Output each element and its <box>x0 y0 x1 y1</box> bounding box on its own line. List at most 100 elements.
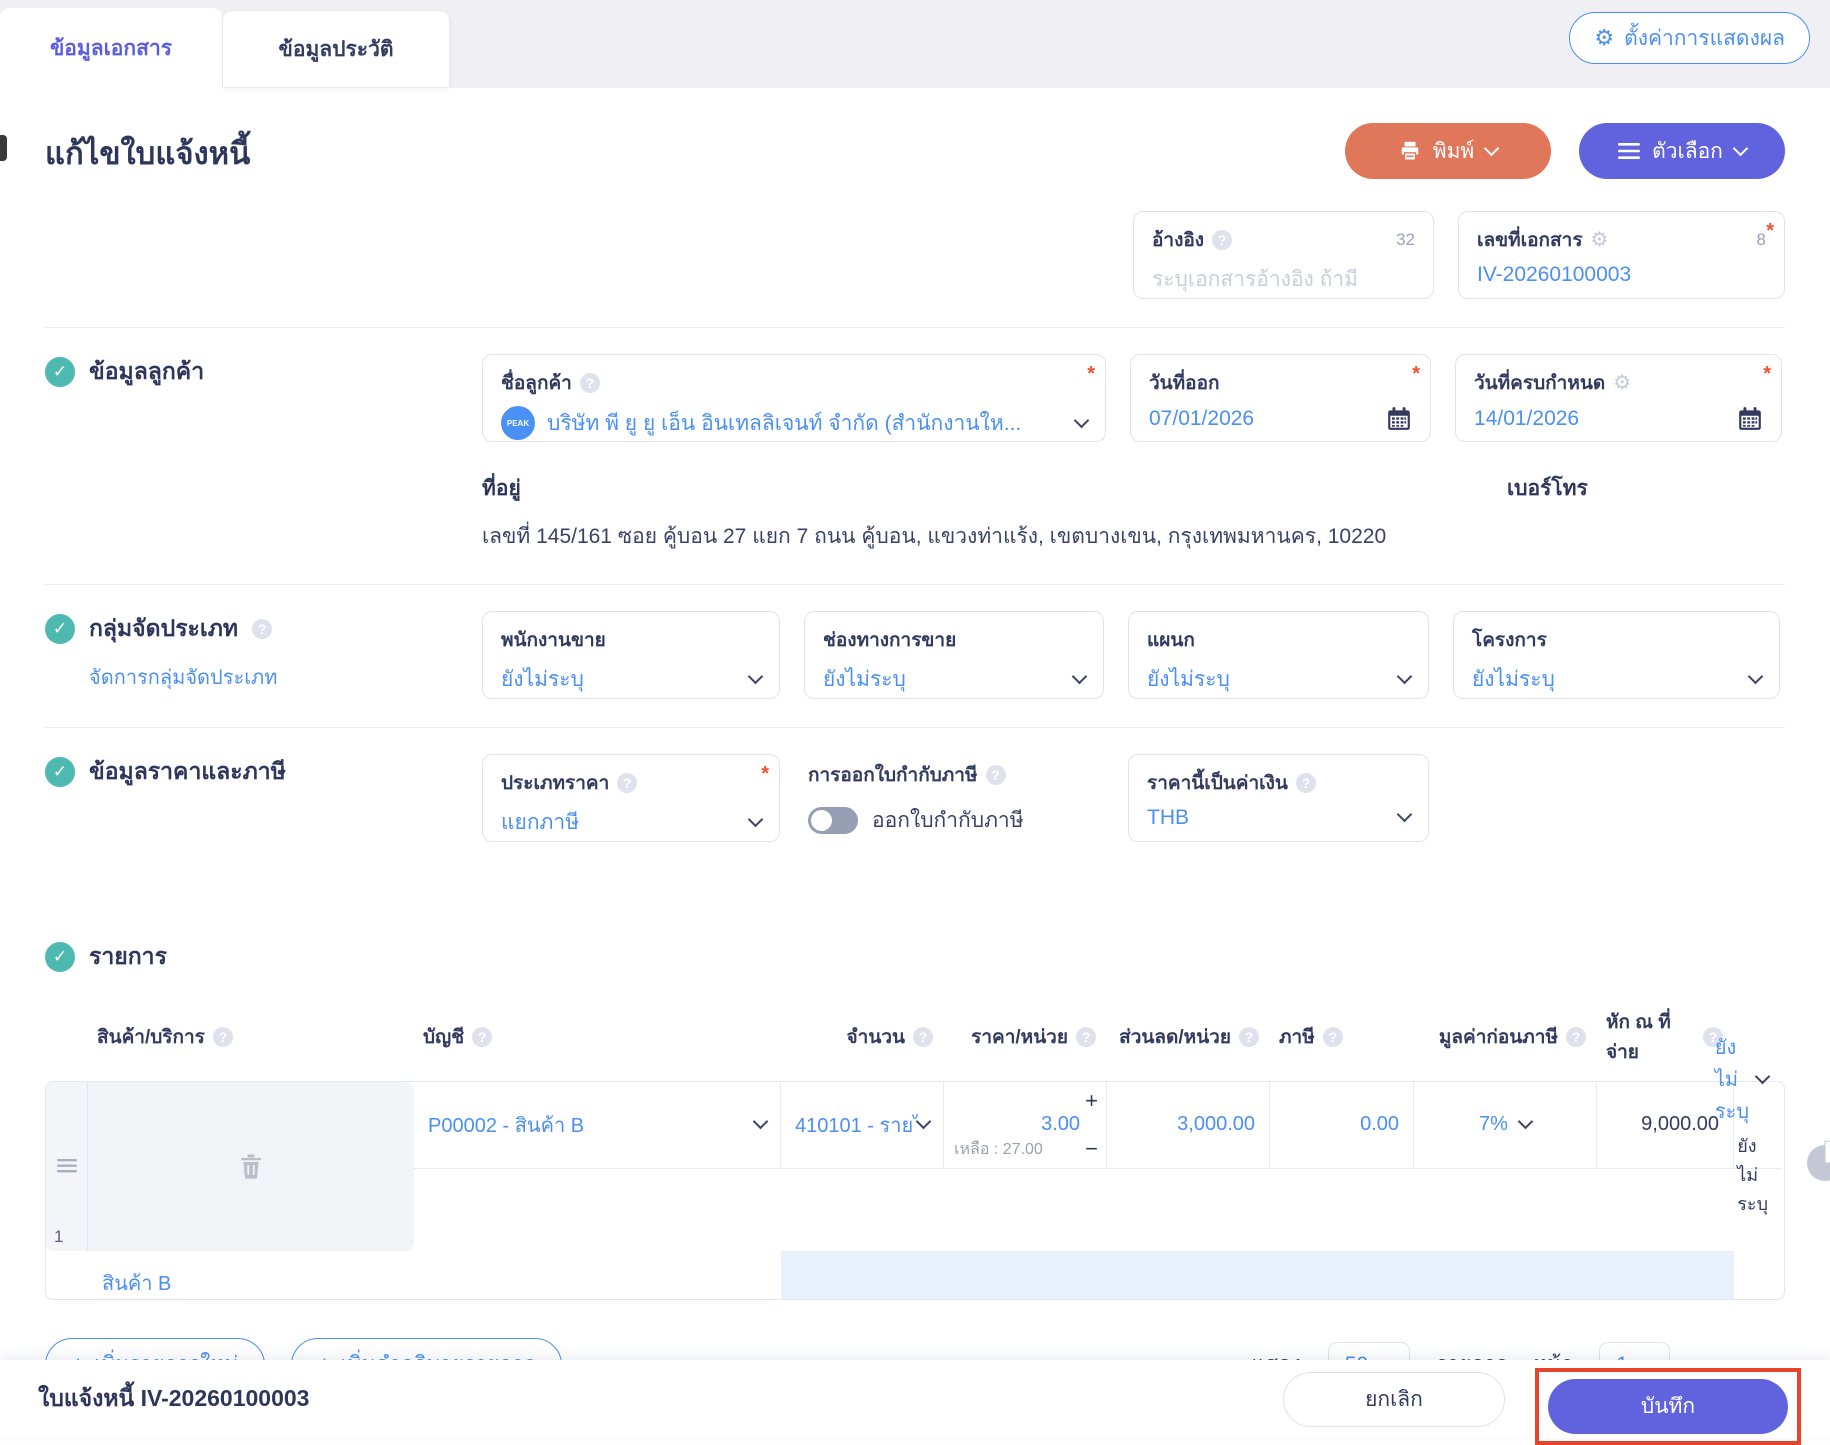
help-icon[interactable]: ? <box>472 1026 493 1047</box>
due-date-field[interactable]: * วันที่ครบกำหนด ⚙ 14/01/2026 <box>1455 354 1782 442</box>
chevron-down-icon <box>752 1113 769 1130</box>
chevron-down-icon[interactable] <box>1071 668 1088 685</box>
price-type-dropdown[interactable]: * ประเภทราคา ? แยกภาษี <box>482 753 780 842</box>
help-icon[interactable]: ? <box>1212 230 1233 250</box>
chevron-down-icon[interactable] <box>747 811 764 828</box>
chevron-down-icon[interactable] <box>1396 668 1413 685</box>
calendar-icon[interactable] <box>1737 406 1763 432</box>
tax-invoice-toggle[interactable] <box>808 806 858 834</box>
customer-section-title: ข้อมูลลูกค้า <box>89 358 205 384</box>
project-value: ยังไม่ระบุ <box>1472 667 1555 691</box>
sales-channel-dropdown[interactable]: ช่องทางการขาย ยังไม่ระบุ <box>804 610 1104 699</box>
help-icon[interactable]: ? <box>252 618 273 639</box>
help-icon[interactable]: ? <box>1322 1026 1343 1047</box>
quantity-input[interactable]: 3.00 <box>958 1113 1080 1136</box>
help-icon[interactable]: ? <box>1566 1026 1586 1047</box>
withholding-dropdown[interactable]: ยังไม่ระบุ <box>1715 1031 1771 1127</box>
discount-input[interactable]: 0.00 <box>1360 1113 1399 1136</box>
item-description-cell[interactable]: สินค้า B <box>88 1251 781 1299</box>
gear-icon: ⚙ <box>1594 25 1615 50</box>
help-icon[interactable]: ? <box>1295 772 1316 793</box>
left-edge-handle <box>0 135 7 161</box>
gear-icon[interactable]: ⚙ <box>1613 373 1631 393</box>
tab-document-info[interactable]: ข้อมูลเอกสาร <box>0 8 222 88</box>
pricing-section: ✓ ข้อมูลราคาและภาษี * ประเภทราคา ? แยกภา… <box>45 753 1785 843</box>
gear-icon[interactable]: ⚙ <box>1591 230 1609 250</box>
pie-chart-icon[interactable] <box>1802 1140 1830 1191</box>
customer-section: ✓ ข้อมูลลูกค้า * ชื่อลูกค้า ? PEAK บริษั… <box>45 354 1785 442</box>
doc-number-label: เลขที่เอกสาร <box>1477 230 1583 251</box>
options-button[interactable]: ตัวเลือก <box>1579 123 1785 179</box>
display-settings-button[interactable]: ⚙ ตั้งค่าการแสดงผล <box>1569 12 1810 64</box>
doc-number-input[interactable]: IV-20260100003 <box>1477 263 1766 287</box>
reference-input[interactable]: ระบุเอกสารอ้างอิง ถ้ามี <box>1152 263 1415 296</box>
doc-number-field[interactable]: * เลขที่เอกสาร ⚙ 8 IV-20260100003 <box>1458 211 1785 299</box>
row-handle-cell[interactable]: 1 <box>46 1081 88 1251</box>
menu-icon <box>1618 143 1641 159</box>
reference-field[interactable]: อ้างอิง ? 32 ระบุเอกสารอ้างอิง ถ้ามี <box>1133 211 1434 299</box>
unit-price-input[interactable]: 3,000.00 <box>1177 1113 1255 1136</box>
col-pre-tax: มูลค่าก่อนภาษี <box>1438 1026 1558 1048</box>
department-dropdown[interactable]: แผนก ยังไม่ระบุ <box>1128 610 1429 699</box>
row-actions-cell <box>88 1081 414 1251</box>
account-cell: 410101 - รายได้จากการขาย... <box>781 1081 944 1169</box>
chevron-down-icon[interactable] <box>1747 668 1764 685</box>
calendar-icon[interactable] <box>1386 406 1412 432</box>
save-button[interactable]: บันทึก <box>1548 1378 1788 1434</box>
address-block: ที่อยู่ เลขที่ 145/161 ซอย คู้บอน 27 แยก… <box>45 472 1785 556</box>
chevron-down-icon[interactable] <box>747 668 764 685</box>
help-icon[interactable]: ? <box>579 373 600 393</box>
classification-section-title: กลุ่มจัดประเภท <box>89 614 239 641</box>
pre-tax-cell: 9,000.00 <box>1597 1081 1734 1169</box>
currency-value: THB <box>1147 805 1189 829</box>
account-dropdown[interactable]: 410101 - รายได้จากการขาย... <box>795 1109 932 1141</box>
tab-history-info[interactable]: ข้อมูลประวัติ <box>222 10 450 88</box>
stepper-minus-icon[interactable]: − <box>1085 1138 1098 1160</box>
chevron-down-icon <box>1754 1068 1771 1085</box>
help-icon[interactable]: ? <box>1076 1026 1096 1047</box>
reference-row: อ้างอิง ? 32 ระบุเอกสารอ้างอิง ถ้ามี * เ… <box>45 211 1785 299</box>
help-icon[interactable]: ? <box>617 772 638 793</box>
col-product: สินค้า/บริการ <box>97 1026 205 1048</box>
invoice-edit-page: ข้อมูลเอกสาร ข้อมูลประวัติ ⚙ ตั้งค่าการแ… <box>0 0 1830 1445</box>
tax-dropdown[interactable]: 7% <box>1479 1113 1508 1136</box>
required-asterisk: * <box>1412 363 1420 385</box>
discount-cell: 0.00 <box>1270 1081 1414 1169</box>
issue-date-field[interactable]: * วันที่ออก 07/01/2026 <box>1130 354 1431 442</box>
cancel-button[interactable]: ยกเลิก <box>1283 1371 1505 1427</box>
toggle-knob <box>811 809 832 831</box>
product-value: P00002 - สินค้า B <box>428 1114 585 1137</box>
trash-icon[interactable] <box>239 1153 263 1179</box>
chevron-down-icon[interactable] <box>1517 1113 1534 1130</box>
check-circle-icon: ✓ <box>45 756 75 787</box>
footer-doc-title: ใบแจ้งหนี้ IV-20260100003 <box>38 1385 310 1411</box>
help-icon[interactable]: ? <box>985 764 1006 785</box>
sales-channel-label: ช่องทางการขาย <box>823 629 957 651</box>
chevron-down-icon[interactable] <box>1396 806 1413 823</box>
salesperson-dropdown[interactable]: พนักงานขาย ยังไม่ระบุ <box>482 610 780 699</box>
issue-date-value: 07/01/2026 <box>1149 407 1255 430</box>
unit-price-cell: 3,000.00 <box>1107 1081 1270 1169</box>
product-dropdown[interactable]: P00002 - สินค้า B <box>428 1109 769 1141</box>
stepper-plus-icon[interactable]: + <box>1085 1089 1098 1111</box>
row-highlight-cell <box>781 1250 1734 1299</box>
check-circle-icon: ✓ <box>45 613 75 644</box>
project-dropdown[interactable]: โครงการ ยังไม่ระบุ <box>1453 610 1780 699</box>
tab-document-info-label: ข้อมูลเอกสาร <box>49 36 173 60</box>
print-button[interactable]: พิมพ์ <box>1345 123 1551 179</box>
customer-name-label: ชื่อลูกค้า <box>501 373 572 394</box>
items-section: ✓ รายการ สินค้า/บริการ? บัญชี? จำนวน? รา… <box>45 939 1785 1392</box>
project-label: โครงการ <box>1472 629 1547 651</box>
tax-cell: 7% <box>1414 1081 1597 1169</box>
withholding-cell: ยังไม่ระบุ ยังไม่ระบุ <box>1715 1037 1782 1214</box>
required-asterisk: * <box>1766 220 1774 242</box>
manage-classification-link[interactable]: จัดการกลุ่มจัดประเภท <box>89 661 482 693</box>
print-label: พิมพ์ <box>1432 139 1475 163</box>
help-icon[interactable]: ? <box>913 1026 933 1047</box>
footer-bar: ใบแจ้งหนี้ IV-20260100003 ยกเลิก บันทึก <box>0 1360 1830 1445</box>
help-icon[interactable]: ? <box>212 1026 233 1047</box>
help-icon[interactable]: ? <box>1239 1026 1259 1047</box>
customer-name-field[interactable]: * ชื่อลูกค้า ? PEAK บริษัท พี ยู ยู เอ็น… <box>482 354 1106 442</box>
currency-dropdown[interactable]: ราคานี้เป็นค่าเงิน ? THB <box>1128 753 1429 842</box>
chevron-down-icon[interactable] <box>1073 412 1090 428</box>
